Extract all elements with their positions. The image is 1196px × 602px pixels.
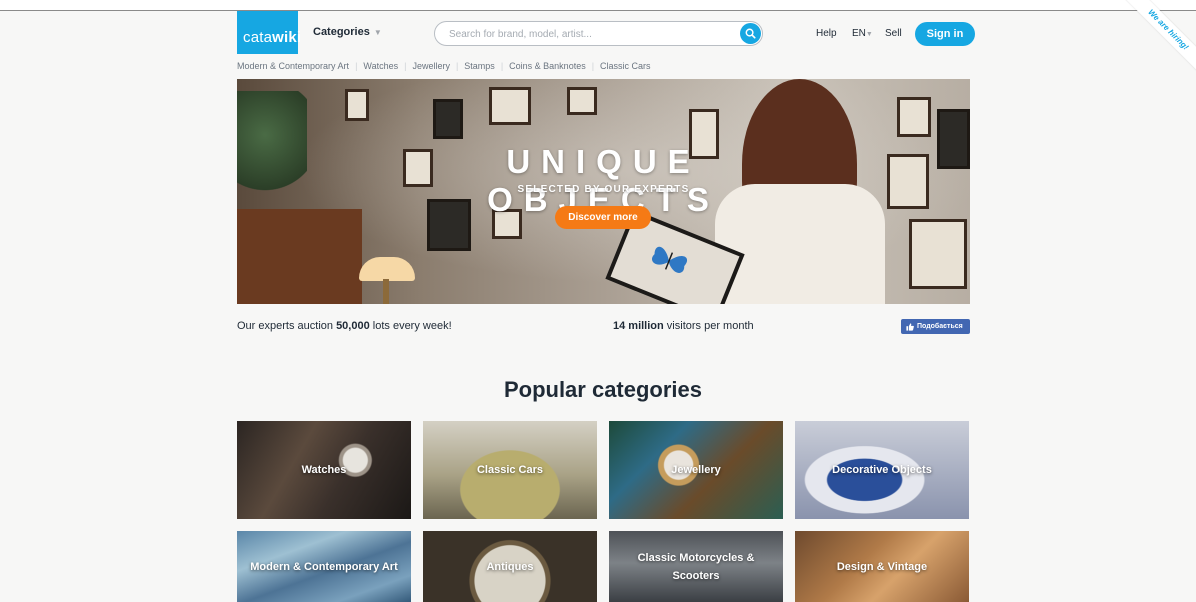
category-tile-classic-cars[interactable]: Classic Cars xyxy=(423,421,597,519)
subnav-separator: | xyxy=(500,61,504,71)
subnav-separator: | xyxy=(355,61,358,71)
category-tile-jewellery[interactable]: Jewellery xyxy=(609,421,783,519)
popular-categories-title: Popular categories xyxy=(503,377,703,402)
subnav-classic-cars[interactable]: Classic Cars xyxy=(600,61,651,71)
hero-subtitle: SELECTED BY OUR EXPERTS xyxy=(517,184,690,195)
help-link[interactable]: Help xyxy=(816,28,837,39)
browser-top-strip xyxy=(0,0,1196,10)
hero-plant-image xyxy=(237,91,307,201)
search-icon xyxy=(745,28,756,39)
hero-wall-frame xyxy=(909,219,967,289)
visitors-stat: 14 million visitors per month xyxy=(613,320,754,332)
tile-label: Jewellery xyxy=(671,464,721,476)
tile-label: Modern & Contemporary Art xyxy=(250,560,398,573)
hero-wall-frame xyxy=(567,87,597,115)
chevron-down-icon: ▼ xyxy=(373,27,382,37)
logo-text-bold: wiki xyxy=(272,29,302,46)
category-tile-antiques[interactable]: Antiques xyxy=(423,531,597,602)
subnav-modern-contemporary-art[interactable]: Modern & Contemporary Art xyxy=(237,61,349,71)
stat-text: visitors per month xyxy=(663,320,754,332)
subnav-separator: | xyxy=(455,61,459,71)
category-subnav: Modern & Contemporary Art | Watches | Je… xyxy=(237,59,651,73)
stat-number: 14 million xyxy=(613,320,664,332)
hero-wall-frame xyxy=(897,97,931,137)
stat-number: 50,000 xyxy=(336,320,370,332)
search-bar xyxy=(434,21,763,46)
subnav-stamps[interactable]: Stamps xyxy=(464,61,495,71)
search-button[interactable] xyxy=(740,23,761,44)
tile-label: Watches xyxy=(301,464,347,476)
hero-wall-frame xyxy=(489,87,531,125)
sell-link[interactable]: Sell xyxy=(885,28,902,39)
category-tile-classic-motorcycles-scooters[interactable]: Classic Motorcycles & Scooters xyxy=(609,531,783,602)
category-tile-design-vintage[interactable]: Design & Vintage xyxy=(795,531,969,602)
categories-dropdown[interactable]: Categories ▼ xyxy=(313,26,382,38)
category-tile-watches[interactable]: Watches xyxy=(237,421,411,519)
subnav-separator: | xyxy=(591,61,595,71)
stats-bar: Our experts auction 50,000 lots every we… xyxy=(0,318,1196,334)
hero-wall-frame xyxy=(345,89,369,121)
category-tile-modern-contemporary-art[interactable]: Modern & Contemporary Art xyxy=(237,531,411,602)
hero-wall-frame xyxy=(433,99,463,139)
search-input[interactable] xyxy=(449,27,729,41)
hero-wall-frame xyxy=(887,154,929,209)
hero-lamp-image xyxy=(359,257,415,281)
subnav-coins-banknotes[interactable]: Coins & Banknotes xyxy=(509,61,586,71)
facebook-like-label: Подобається xyxy=(917,323,963,330)
hero-wall-frame xyxy=(937,109,970,169)
tile-label: Antiques xyxy=(486,560,534,573)
tile-label: Classic Motorcycles & Scooters xyxy=(637,551,755,582)
stat-text: lots every week! xyxy=(369,320,452,332)
thumbs-up-icon xyxy=(906,322,914,331)
subnav-separator: | xyxy=(404,61,407,71)
category-tile-decorative-objects[interactable]: Decorative Objects xyxy=(795,421,969,519)
catawiki-logo[interactable]: cata wiki xyxy=(237,11,302,54)
tile-label: Design & Vintage xyxy=(836,560,928,573)
language-selector[interactable]: EN▼ xyxy=(852,28,873,39)
weekly-lots-stat: Our experts auction 50,000 lots every we… xyxy=(237,320,452,332)
site-header: catawiki Categories ▼ Help EN▼ Sell Sign… xyxy=(0,11,1196,55)
hero-cabinet-image xyxy=(237,209,362,304)
chevron-down-icon: ▼ xyxy=(865,31,873,38)
hero-lamp-stem xyxy=(383,279,389,304)
language-label: EN xyxy=(852,28,866,39)
subnav-watches[interactable]: Watches xyxy=(363,61,398,71)
stat-text: Our experts auction xyxy=(237,320,337,332)
hero-banner: UNIQUE OBJECTS SELECTED BY OUR EXPERTS D… xyxy=(237,79,970,304)
categories-label: Categories xyxy=(313,26,370,38)
subnav-jewellery[interactable]: Jewellery xyxy=(412,61,450,71)
discover-more-button[interactable]: Discover more xyxy=(555,206,651,229)
logo-text-light: cata xyxy=(243,29,273,46)
tile-label: Decorative Objects xyxy=(832,464,932,476)
facebook-like-button[interactable]: Подобається xyxy=(901,319,970,334)
tile-label: Classic Cars xyxy=(476,464,544,476)
sign-in-button[interactable]: Sign in xyxy=(915,22,975,46)
